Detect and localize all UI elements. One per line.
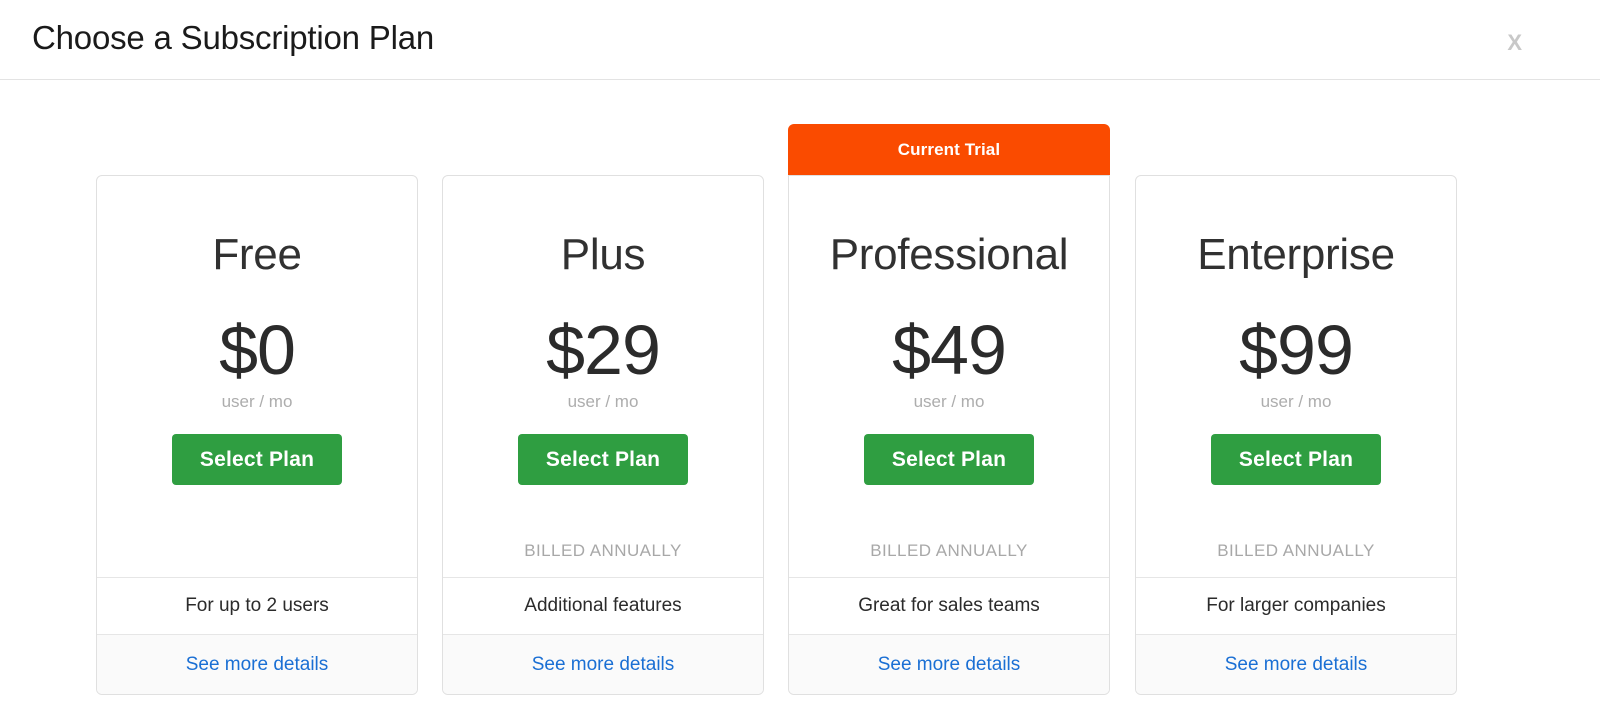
- plan-name: Plus: [560, 230, 646, 279]
- billing-note: BILLED ANNUALLY: [524, 541, 682, 560]
- plan-detail: Great for sales teams: [789, 577, 1109, 634]
- see-more-details-link[interactable]: See more details: [1225, 654, 1368, 676]
- plan-price-period: user / mo: [221, 392, 293, 411]
- plan-footer: See more details: [97, 634, 417, 694]
- plan-detail: For larger companies: [1136, 577, 1456, 634]
- close-icon[interactable]: X: [1501, 28, 1528, 58]
- plan-price-period: user / mo: [913, 392, 985, 411]
- modal-header: Choose a Subscription Plan X: [0, 0, 1600, 80]
- plan-card-free[interactable]: Free $0 user / mo Select Plan For up to …: [96, 175, 418, 695]
- plan-price-period: user / mo: [1260, 392, 1332, 411]
- see-more-details-link[interactable]: See more details: [186, 654, 329, 676]
- select-plan-button[interactable]: Select Plan: [863, 434, 1035, 485]
- plan-card-plus[interactable]: Plus $29 user / mo Select Plan BILLED AN…: [442, 175, 764, 695]
- plan-footer: See more details: [789, 634, 1109, 694]
- plan-price: $99: [1239, 311, 1354, 389]
- plan-detail: Additional features: [443, 577, 763, 634]
- status-badge-current-trial: Current Trial: [788, 124, 1110, 176]
- plan-price: $0: [219, 311, 296, 389]
- plan-footer: See more details: [1136, 634, 1456, 694]
- billing-note: BILLED ANNUALLY: [1217, 541, 1375, 560]
- plan-list: Current Trial Free $0 user / mo Select P…: [0, 80, 1600, 726]
- plan-body: Enterprise $99 user / mo Select Plan BIL…: [1136, 176, 1456, 577]
- plan-card-professional[interactable]: Professional $49 user / mo Select Plan B…: [788, 175, 1110, 695]
- see-more-details-link[interactable]: See more details: [878, 654, 1021, 676]
- plan-price: $49: [892, 311, 1007, 389]
- billing-note: BILLED ANNUALLY: [870, 541, 1028, 560]
- plan-body: Plus $29 user / mo Select Plan BILLED AN…: [443, 176, 763, 577]
- select-plan-button[interactable]: Select Plan: [517, 434, 689, 485]
- plan-name: Free: [212, 230, 302, 279]
- select-plan-button[interactable]: Select Plan: [171, 434, 343, 485]
- plan-detail: For up to 2 users: [97, 577, 417, 634]
- plan-price: $29: [546, 311, 661, 389]
- page-title: Choose a Subscription Plan: [32, 19, 435, 56]
- select-plan-button[interactable]: Select Plan: [1210, 434, 1382, 485]
- plan-name: Enterprise: [1197, 230, 1395, 279]
- plan-footer: See more details: [443, 634, 763, 694]
- plan-price-period: user / mo: [567, 392, 639, 411]
- plan-card-enterprise[interactable]: Enterprise $99 user / mo Select Plan BIL…: [1135, 175, 1457, 695]
- plan-body: Professional $49 user / mo Select Plan B…: [789, 176, 1109, 577]
- plan-name: Professional: [829, 230, 1069, 279]
- plan-body: Free $0 user / mo Select Plan: [97, 176, 417, 577]
- see-more-details-link[interactable]: See more details: [532, 654, 675, 676]
